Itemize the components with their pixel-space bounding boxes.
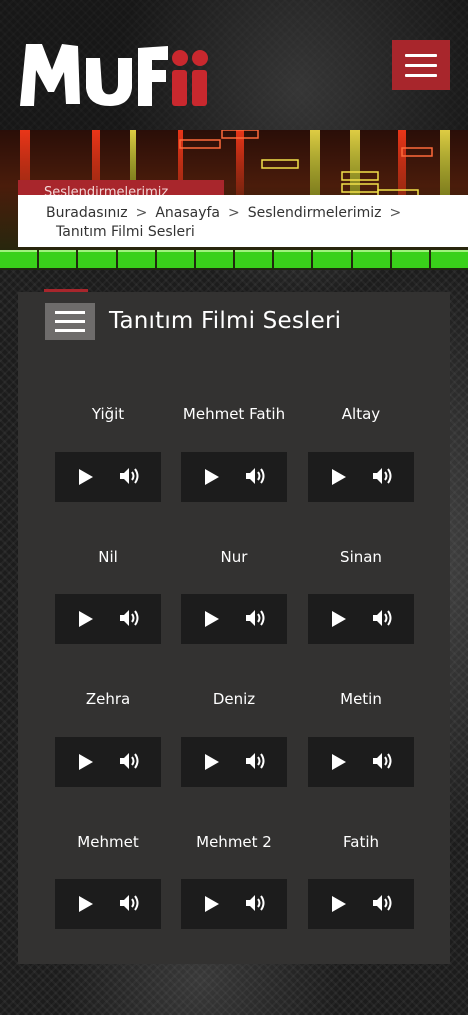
audio-player bbox=[55, 879, 161, 929]
voice-name: Fatih bbox=[343, 833, 379, 851]
volume-icon[interactable] bbox=[245, 893, 267, 917]
voice-name: Sinan bbox=[340, 548, 382, 566]
play-icon[interactable] bbox=[78, 610, 94, 632]
play-icon[interactable] bbox=[331, 895, 347, 917]
volume-icon[interactable] bbox=[245, 466, 267, 490]
breadcrumb-separator: > bbox=[228, 205, 240, 221]
voice-name: Zehra bbox=[85, 690, 131, 708]
volume-icon[interactable] bbox=[119, 751, 141, 775]
audio-player bbox=[308, 452, 414, 502]
volume-icon[interactable] bbox=[119, 608, 141, 632]
audio-player bbox=[55, 594, 161, 644]
volume-icon[interactable] bbox=[119, 893, 141, 917]
panel-menu-button[interactable] bbox=[45, 303, 95, 340]
audio-player bbox=[181, 879, 287, 929]
hamburger-line bbox=[55, 311, 85, 314]
audio-player bbox=[181, 594, 287, 644]
voice-name: Altay bbox=[341, 405, 381, 423]
voices-panel: Tanıtım Filmi Sesleri Yiğit Mehmet Fatih A… bbox=[18, 289, 450, 964]
play-icon[interactable] bbox=[204, 895, 220, 917]
play-icon[interactable] bbox=[331, 610, 347, 632]
breadcrumb: Buradasınız > Anasayfa > Seslendirmelerimiz >… bbox=[18, 195, 468, 247]
volume-icon[interactable] bbox=[245, 608, 267, 632]
breadcrumb-link-voiceovers[interactable]: Seslendirmelerimiz bbox=[248, 205, 382, 221]
audio-player bbox=[55, 737, 161, 787]
hamburger-line bbox=[405, 53, 437, 57]
volume-icon[interactable] bbox=[372, 751, 394, 775]
play-icon[interactable] bbox=[331, 753, 347, 775]
voice-name: Nur bbox=[220, 548, 248, 566]
breadcrumb-separator: > bbox=[135, 205, 148, 221]
audio-player bbox=[308, 879, 414, 929]
audio-player bbox=[55, 452, 161, 502]
voice-name: Mehmet bbox=[77, 833, 139, 851]
hamburger-line bbox=[405, 63, 437, 67]
hamburger-line bbox=[55, 329, 85, 332]
hamburger-line bbox=[55, 320, 85, 323]
audio-player bbox=[308, 737, 414, 787]
play-icon[interactable] bbox=[204, 468, 220, 490]
audio-player bbox=[181, 452, 287, 502]
breadcrumb-separator: > bbox=[389, 205, 402, 221]
volume-icon[interactable] bbox=[372, 893, 394, 917]
hamburger-line bbox=[405, 73, 437, 77]
play-icon[interactable] bbox=[204, 753, 220, 775]
panel-accent-bar bbox=[44, 289, 88, 292]
voice-name: Metin bbox=[340, 690, 382, 708]
page-title: Tanıtım Filmi Sesleri bbox=[109, 308, 342, 334]
voice-name: Nil bbox=[98, 548, 118, 566]
audio-player bbox=[181, 737, 287, 787]
breadcrumb-prefix: Buradasınız bbox=[46, 205, 128, 221]
volume-icon[interactable] bbox=[245, 751, 267, 775]
voice-name: Mehmet Fatih bbox=[182, 405, 286, 423]
voice-name: Mehmet 2 bbox=[196, 833, 272, 851]
audio-player bbox=[308, 594, 414, 644]
play-icon[interactable] bbox=[331, 468, 347, 490]
breadcrumb-current: Tanıtım Filmi Sesleri bbox=[56, 224, 195, 240]
voice-name: Yiğit bbox=[91, 405, 125, 423]
site-header bbox=[0, 0, 468, 130]
main-menu-button[interactable] bbox=[392, 40, 450, 90]
volume-icon[interactable] bbox=[372, 466, 394, 490]
play-icon[interactable] bbox=[204, 610, 220, 632]
voice-name: Deniz bbox=[212, 690, 256, 708]
breadcrumb-link-home[interactable]: Anasayfa bbox=[155, 205, 220, 221]
equalizer-bar-row bbox=[0, 250, 468, 268]
play-icon[interactable] bbox=[78, 468, 94, 490]
play-icon[interactable] bbox=[78, 753, 94, 775]
mufii-logo[interactable] bbox=[18, 38, 208, 110]
volume-icon[interactable] bbox=[119, 466, 141, 490]
play-icon[interactable] bbox=[78, 895, 94, 917]
volume-icon[interactable] bbox=[372, 608, 394, 632]
